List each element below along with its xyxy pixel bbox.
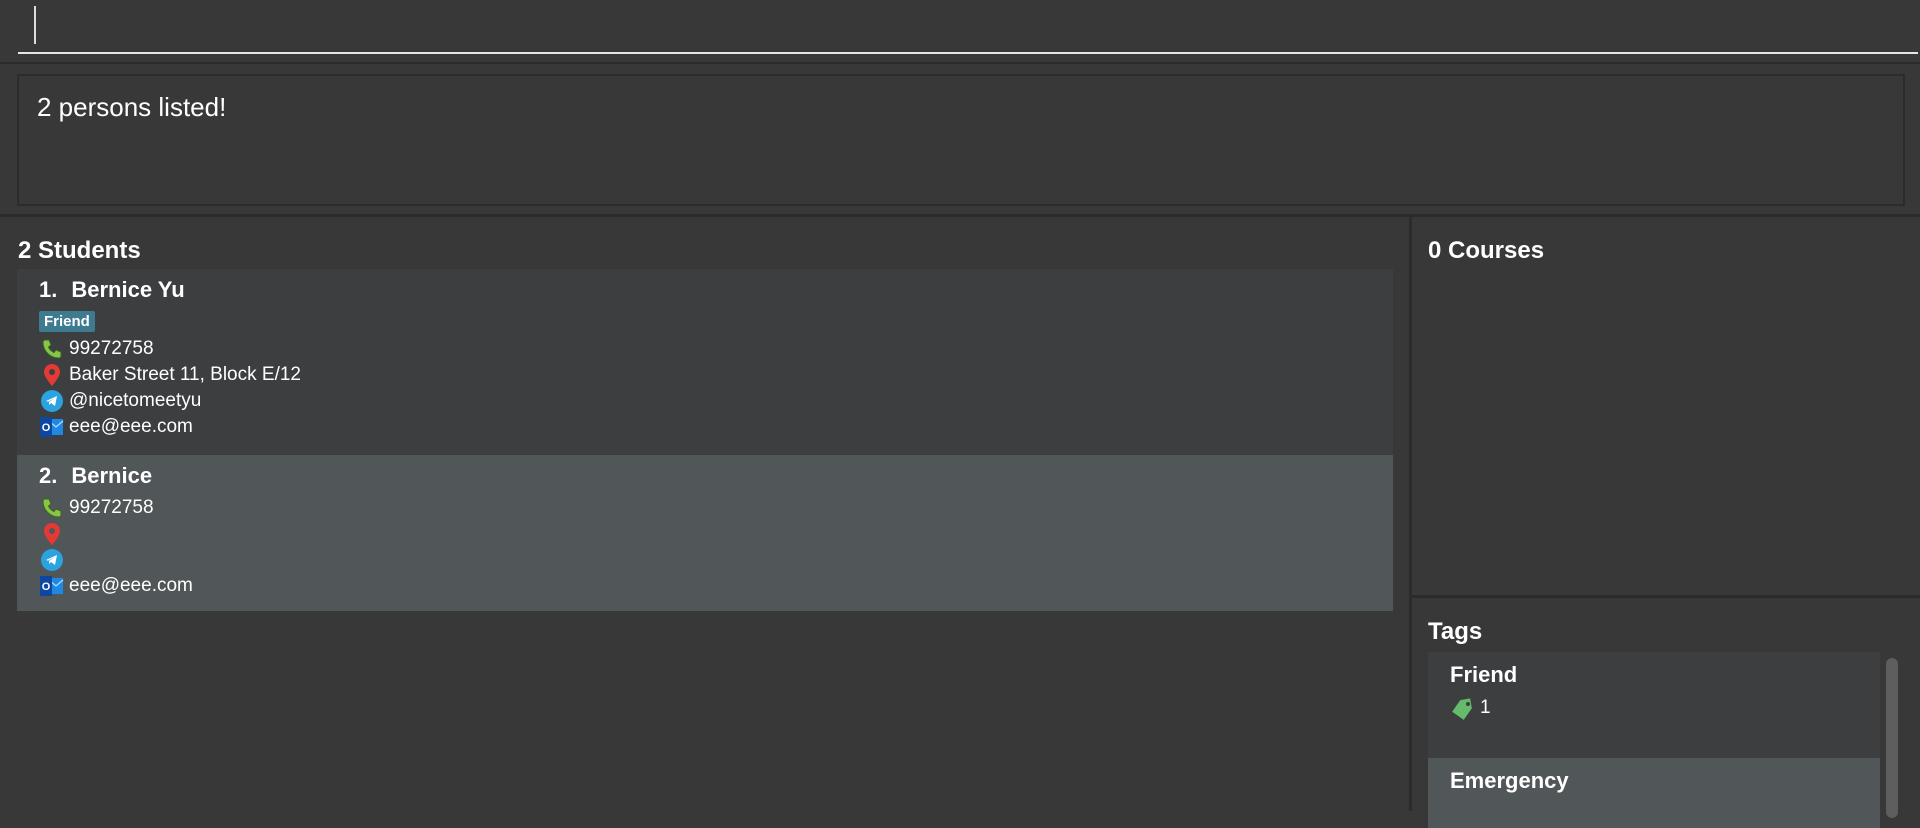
- course-list-title: 0 Courses: [1428, 237, 1545, 264]
- tag-icon: [1450, 696, 1480, 720]
- result-text: 2 persons listed!: [37, 92, 227, 122]
- outlook-icon: O: [39, 573, 65, 599]
- phone-icon: [39, 336, 65, 362]
- telegram-row: @nicetomeetyu: [39, 388, 1393, 414]
- location-pin-icon: [39, 362, 65, 388]
- tag-name: Emergency: [1450, 768, 1569, 793]
- tag-card[interactable]: Emergency: [1428, 758, 1880, 828]
- result-display: 2 persons listed!: [0, 64, 1920, 217]
- text-caret: [34, 6, 36, 44]
- email-text: eee@eee.com: [69, 416, 193, 437]
- phone-row: 99272758: [39, 495, 1393, 521]
- tag-count: 1: [1480, 697, 1491, 718]
- location-pin-icon: [39, 521, 65, 547]
- student-name-text: Bernice: [71, 463, 153, 488]
- student-name-text: Bernice Yu: [71, 277, 185, 302]
- email-text: eee@eee.com: [69, 575, 193, 596]
- telegram-icon: [39, 388, 65, 414]
- student-list-panel: 2 Students 1. Bernice Yu Friend 99272758 …: [0, 217, 1412, 811]
- telegram-text: @nicetomeetyu: [69, 390, 202, 411]
- tag-name: Friend: [1450, 662, 1518, 687]
- address-text: Baker Street 11, Block E/12: [69, 364, 301, 385]
- tag-list-title: Tags: [1428, 618, 1483, 645]
- outlook-icon: O: [39, 414, 65, 440]
- email-row: O eee@eee.com: [39, 414, 1393, 440]
- command-input[interactable]: [18, 2, 1918, 54]
- address-row: [39, 521, 1393, 547]
- phone-text: 99272758: [69, 497, 154, 518]
- student-name: 1. Bernice Yu: [39, 277, 1393, 309]
- telegram-icon: [39, 547, 65, 573]
- command-box: [0, 0, 1920, 64]
- student-index: 1.: [39, 277, 58, 302]
- student-card[interactable]: 1. Bernice Yu Friend 99272758 Baker Stree…: [17, 269, 1393, 455]
- phone-icon: [39, 495, 65, 521]
- student-list[interactable]: 1. Bernice Yu Friend 99272758 Baker Stree…: [17, 269, 1393, 611]
- phone-row: 99272758: [39, 336, 1393, 362]
- course-list-panel: 0 Courses: [1412, 217, 1920, 598]
- tag-card[interactable]: Friend 1: [1428, 652, 1880, 758]
- student-index: 2.: [39, 463, 58, 488]
- student-card[interactable]: 2. Bernice 99272758 O eee@eee.com: [17, 455, 1393, 611]
- tag-list-scrollbar[interactable]: [1886, 658, 1898, 818]
- student-list-title: 2 Students: [18, 237, 141, 264]
- tag-count-row: 1: [1450, 696, 1880, 720]
- student-tag: Friend: [39, 311, 95, 332]
- email-row: O eee@eee.com: [39, 573, 1393, 599]
- svg-text:O: O: [42, 422, 51, 434]
- tag-list-panel: Tags Friend 1 Emergency: [1412, 598, 1920, 828]
- telegram-row: [39, 547, 1393, 573]
- phone-text: 99272758: [69, 338, 154, 359]
- svg-text:O: O: [42, 581, 51, 593]
- result-box: 2 persons listed!: [17, 74, 1905, 206]
- tag-list[interactable]: Friend 1 Emergency: [1428, 652, 1880, 828]
- student-name: 2. Bernice: [39, 463, 1393, 495]
- address-row: Baker Street 11, Block E/12: [39, 362, 1393, 388]
